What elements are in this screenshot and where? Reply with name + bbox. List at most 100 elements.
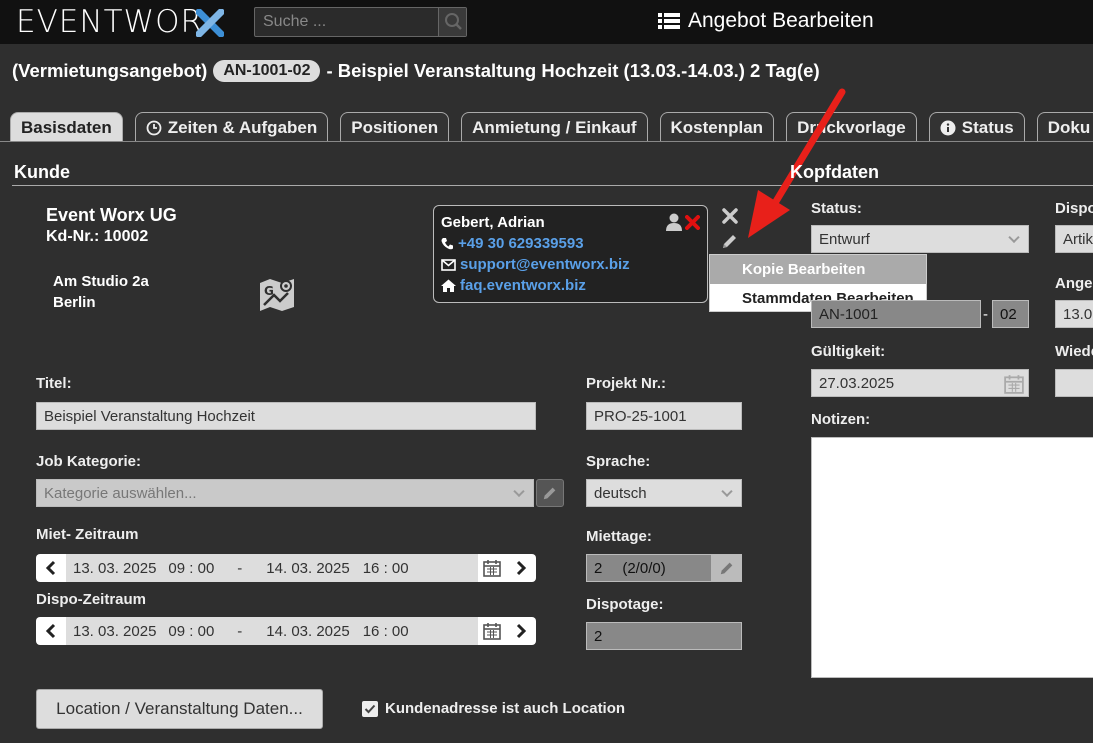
contact-phone-link[interactable]: +49 30 629339593 xyxy=(458,235,584,252)
close-icon[interactable] xyxy=(722,208,738,224)
offer-suffix-value: 02 xyxy=(1000,305,1017,323)
miet-end-time[interactable]: 16 : 00 xyxy=(363,560,409,577)
tab-positionen[interactable]: Positionen xyxy=(340,112,450,142)
projekt-value: PRO-25-1001 xyxy=(594,407,687,425)
customer-section-title: Kunde xyxy=(14,162,70,182)
miettage-value: 2 xyxy=(594,559,603,577)
miet-end-date[interactable]: 14. 03. 2025 xyxy=(266,560,349,577)
dispo-end-date[interactable]: 14. 03. 2025 xyxy=(266,623,349,640)
pencil-icon xyxy=(543,487,556,500)
person-icon[interactable] xyxy=(666,213,682,231)
tab-label: Anmietung / Einkauf xyxy=(472,118,637,137)
tab-status[interactable]: Status xyxy=(928,112,1025,142)
wieder-label: Wiede xyxy=(1055,343,1093,360)
section-divider xyxy=(790,185,1093,186)
dispo-zeitraum-field[interactable]: 13. 03. 2025 09 : 00 - 14. 03. 2025 16 :… xyxy=(66,617,478,645)
search-input[interactable] xyxy=(255,8,439,36)
projekt-input[interactable]: PRO-25-1001 xyxy=(586,402,742,430)
dispotage-value: 2 xyxy=(594,627,603,645)
contact-email-link[interactable]: support@eventworx.biz xyxy=(460,256,630,273)
wieder-input[interactable] xyxy=(1055,369,1093,397)
sprache-value: deutsch xyxy=(594,484,647,502)
titel-input[interactable]: Beispiel Veranstaltung Hochzeit xyxy=(36,402,536,430)
tab-label: Positionen xyxy=(351,118,439,137)
contact-email-row: support@eventworx.biz xyxy=(441,256,630,273)
contact-web-link[interactable]: faq.eventworx.biz xyxy=(460,277,586,294)
miettage-edit-button[interactable] xyxy=(712,554,742,582)
svg-text:G: G xyxy=(264,284,274,298)
location-checkbox[interactable] xyxy=(362,700,378,717)
location-checkbox-label: Kundenadresse ist auch Location xyxy=(385,700,626,717)
tab-doku[interactable]: Doku xyxy=(1036,112,1093,142)
sprache-label: Sprache: xyxy=(586,453,651,470)
kategorie-edit-button[interactable] xyxy=(536,479,564,507)
tab-label: Doku xyxy=(1047,118,1091,137)
dispo-start-date[interactable]: 13. 03. 2025 xyxy=(73,623,156,640)
tab-bar: Basisdaten Zeiten & Aufgaben Positionen … xyxy=(10,112,1093,142)
offer-title: - Beispiel Veranstaltung Hochzeit (13.03… xyxy=(326,60,820,81)
miet-start-date[interactable]: 13. 03. 2025 xyxy=(73,560,156,577)
calendar-icon[interactable] xyxy=(1004,374,1024,394)
pencil-icon xyxy=(720,562,733,575)
tab-anmietung-einkauf[interactable]: Anmietung / Einkauf xyxy=(461,112,648,142)
angebot-date-value: 13.0 xyxy=(1063,305,1093,323)
miet-zeitraum-picker: 13. 03. 2025 09 : 00 - 14. 03. 2025 16 :… xyxy=(36,554,536,582)
tab-zeiten-aufgaben[interactable]: Zeiten & Aufgaben xyxy=(134,112,329,142)
kategorie-label: Job Kategorie: xyxy=(36,453,142,470)
miet-zeitraum-field[interactable]: 13. 03. 2025 09 : 00 - 14. 03. 2025 16 :… xyxy=(66,554,478,582)
offer-type: (Vermietungsangebot) xyxy=(12,60,208,81)
miettage-detail: (2/0/0) xyxy=(622,559,666,577)
sprache-select[interactable]: deutsch xyxy=(586,479,742,507)
projekt-label: Projekt Nr.: xyxy=(586,375,667,392)
search-button[interactable] xyxy=(438,8,466,36)
gueltigkeit-value: 27.03.2025 xyxy=(819,374,895,392)
titel-label: Titel: xyxy=(36,375,72,392)
status-select[interactable]: Entwurf xyxy=(811,225,1029,253)
tab-divider xyxy=(0,141,1093,142)
info-icon xyxy=(940,120,956,135)
chevron-down-icon xyxy=(1008,231,1020,244)
previous-button[interactable] xyxy=(36,617,66,645)
status-value: Entwurf xyxy=(819,230,870,248)
previous-button[interactable] xyxy=(36,554,66,582)
next-button[interactable] xyxy=(506,554,536,582)
offer-suffix-field: 02 xyxy=(992,300,1029,328)
chevron-down-icon xyxy=(513,485,525,498)
clock-icon xyxy=(146,120,162,135)
miet-start-time[interactable]: 09 : 00 xyxy=(168,560,214,577)
dispo-select[interactable]: Artik xyxy=(1055,225,1093,253)
kategorie-select[interactable]: Kategorie auswählen... xyxy=(36,479,534,507)
notizen-textarea[interactable] xyxy=(811,437,1093,678)
pencil-icon[interactable] xyxy=(721,232,739,250)
status-label: Status: xyxy=(811,200,862,217)
next-button[interactable] xyxy=(506,617,536,645)
tab-label: Status xyxy=(961,118,1014,137)
customer-street: Am Studio 2a xyxy=(53,273,149,290)
tab-basisdaten[interactable]: Basisdaten xyxy=(10,112,123,142)
contact-name: Gebert, Adrian xyxy=(441,214,545,231)
location-data-button[interactable]: Location / Veranstaltung Daten... xyxy=(36,689,323,729)
offer-header: (Vermietungsangebot) AN-1001-02 - Beispi… xyxy=(12,60,820,82)
search-box xyxy=(254,7,467,37)
remove-contact-icon[interactable] xyxy=(685,215,700,230)
calendar-button[interactable] xyxy=(478,554,506,582)
dispotage-label: Dispotage: xyxy=(586,596,664,613)
dispo-zeitraum-picker: 13. 03. 2025 09 : 00 - 14. 03. 2025 16 :… xyxy=(36,617,536,645)
map-location-icon[interactable]: G xyxy=(258,275,296,311)
date-separator: - xyxy=(237,559,243,577)
miet-zeitraum-label: Miet- Zeitraum xyxy=(36,526,139,543)
calendar-button[interactable] xyxy=(478,617,506,645)
chevron-down-icon xyxy=(721,485,733,498)
dispo-start-time[interactable]: 09 : 00 xyxy=(168,623,214,640)
dispo-end-time[interactable]: 16 : 00 xyxy=(363,623,409,640)
location-checkbox-row: Kundenadresse ist auch Location xyxy=(362,700,625,717)
chevron-left-icon xyxy=(45,623,56,639)
miettage-label: Miettage: xyxy=(586,528,652,545)
customer-name[interactable]: Event Worx UG xyxy=(46,205,177,226)
angebot-date-input[interactable]: 13.0 xyxy=(1055,300,1093,328)
app-logo[interactable]: EVENTWOR xyxy=(16,4,203,40)
gueltigkeit-input[interactable]: 27.03.2025 xyxy=(811,369,1029,397)
contact-web-row: faq.eventworx.biz xyxy=(441,277,586,294)
menu-item-kopie-bearbeiten[interactable]: Kopie Bearbeiten xyxy=(710,255,926,284)
offer-number-badge: AN-1001-02 xyxy=(213,60,321,82)
